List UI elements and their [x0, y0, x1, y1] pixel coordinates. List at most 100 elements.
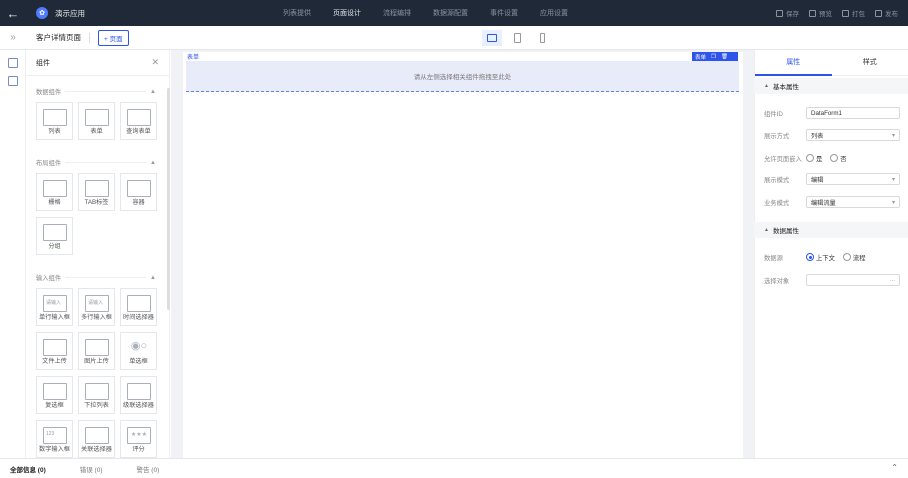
component-id-input[interactable]: DataForm1 [806, 107, 900, 119]
component-cascader[interactable]: 级联选择器 [120, 376, 157, 414]
tab-errors[interactable]: 错误 (0) [80, 464, 103, 474]
component-single-input[interactable]: 请输入 单行输入框 [36, 288, 73, 326]
main-nav: 列表提供 页面设计 流程编排 数据源配置 事件设置 应用设置 [283, 0, 590, 26]
tablet-view-button[interactable] [507, 30, 527, 46]
tab-icon [85, 180, 109, 197]
tab-styles[interactable]: 样式 [832, 50, 908, 76]
component-container[interactable]: 容器 [120, 173, 157, 211]
embed-no-radio[interactable]: 否 [830, 154, 847, 163]
textarea-icon: 请输入 [85, 295, 109, 312]
component-image-upload[interactable]: 图片上传 [78, 332, 115, 370]
checkbox-icon [43, 383, 67, 400]
save-button[interactable]: 保存 [776, 8, 799, 18]
tab-warnings[interactable]: 警告 (0) [137, 464, 160, 474]
grid-icon [43, 180, 67, 197]
close-icon[interactable]: ✕ [151, 57, 159, 68]
component-checkbox[interactable]: 复选框 [36, 376, 73, 414]
page-toolbar: » 客户详情页面 + 页面 [0, 26, 908, 50]
tab-all-messages[interactable]: 全部信息 (0) [10, 464, 46, 474]
component-dropdown[interactable]: 下拉列表 [78, 376, 115, 414]
component-tab[interactable]: TAB标签 [78, 173, 115, 211]
app-name: 演示应用 [55, 8, 85, 18]
component-relation-select[interactable]: 关联选择器 [78, 420, 115, 458]
business-mode-select[interactable]: 编辑流量 ▾ [806, 196, 900, 208]
package-label: 打包 [852, 11, 865, 18]
chevron-up-icon[interactable]: ⌃ [891, 463, 898, 472]
component-grid[interactable]: 栅格 [36, 173, 73, 211]
component-radio[interactable]: ◉○ 单选框 [120, 332, 157, 370]
display-mode-select[interactable]: 列表 ▾ [806, 129, 900, 141]
component-form[interactable]: 表单 [78, 102, 115, 140]
section-input[interactable]: 输入组件 ▲ [36, 273, 156, 283]
mobile-view-button[interactable] [532, 30, 552, 46]
collapse-icon: ▲ [764, 83, 769, 89]
nav-tab[interactable]: 流程编排 [383, 8, 411, 18]
component-label: 复选框 [45, 402, 64, 409]
field-label: 数据源 [764, 254, 783, 262]
section-title: 布局组件 [36, 160, 62, 167]
nav-tab[interactable]: 列表提供 [283, 8, 311, 18]
components-icon[interactable] [7, 58, 18, 68]
package-icon [842, 9, 849, 17]
copy-icon[interactable]: ❐ [711, 54, 716, 60]
package-button[interactable]: 打包 [842, 8, 865, 18]
outline-icon[interactable] [7, 76, 18, 86]
component-file-upload[interactable]: 文件上传 [36, 332, 73, 370]
field-business-mode: 业务模式 编辑流量 ▾ [764, 196, 900, 208]
collapse-icon: ▲ [150, 159, 156, 166]
chevron-down-icon: ▾ [891, 199, 895, 206]
field-label: 组件ID [764, 110, 783, 118]
component-time-picker[interactable]: 时间选择器 [120, 288, 157, 326]
more-icon[interactable]: ... [890, 277, 895, 283]
section-line [65, 91, 147, 92]
preview-button[interactable]: 预览 [809, 8, 832, 18]
radio-circle [830, 154, 839, 162]
basic-properties-group[interactable]: ▲ 基本属性 [754, 78, 908, 94]
cascader-icon [127, 383, 151, 400]
save-label: 保存 [786, 11, 799, 18]
input-icon: 请输入 [43, 295, 67, 312]
component-number-input[interactable]: 123 数字输入框 [36, 420, 73, 458]
nav-tab[interactable]: 应用设置 [540, 8, 568, 18]
canvas-page[interactable] [183, 52, 743, 458]
section-title: 数据组件 [36, 89, 62, 96]
top-bar: ← ✿ 演示应用 列表提供 页面设计 流程编排 数据源配置 事件设置 应用设置 … [0, 0, 908, 26]
component-list[interactable]: 列表 [36, 102, 73, 140]
nav-tab[interactable]: 事件设置 [490, 8, 518, 18]
expand-icon[interactable]: » [0, 32, 26, 43]
data-properties-group[interactable]: ▲ 数据属性 [754, 222, 908, 238]
section-data[interactable]: 数据组件 ▲ [36, 87, 156, 97]
add-page-button[interactable]: + 页面 [98, 29, 129, 46]
source-flow-radio[interactable]: 流程 [842, 253, 865, 262]
embed-yes-radio[interactable]: 是 [806, 154, 822, 163]
component-label: 查询表单 [126, 128, 151, 135]
nav-tab[interactable]: 数据源配置 [433, 8, 468, 18]
message-bar: 全部信息 (0) 错误 (0) 警告 (0) ⌃ [0, 458, 908, 478]
mobile-icon [539, 33, 545, 43]
form-dropzone[interactable]: 请从左侧选择相关组件拖拽至此处 [186, 61, 739, 92]
back-arrow-icon[interactable]: ← [0, 0, 26, 26]
show-mode-select[interactable]: 编辑 ▾ [806, 173, 900, 185]
header-actions: 保存 预览 打包 发布 [766, 0, 898, 26]
component-query-form[interactable]: 查询表单 [120, 102, 157, 140]
component-label: 数字输入框 [39, 446, 70, 453]
delete-icon[interactable]: 🗑 [721, 54, 728, 60]
desktop-view-button[interactable] [482, 30, 502, 46]
field-value: 编辑 [811, 176, 824, 184]
select-object-input[interactable]: ... [806, 274, 900, 286]
form-toolbar-label: 表单 [695, 54, 707, 61]
component-group[interactable]: 分组 [36, 217, 73, 255]
tab-properties[interactable]: 属性 [755, 50, 832, 76]
components-header: 组件 ✕ [26, 50, 169, 76]
component-rating[interactable]: ★★★ 评分 [120, 420, 157, 458]
field-select-object: 选择对象... [764, 274, 900, 286]
nav-tab-active[interactable]: 页面设计 [333, 8, 361, 18]
section-layout[interactable]: 布局组件 ▲ [36, 158, 156, 168]
image-upload-icon [85, 339, 109, 356]
source-context-radio[interactable]: 上下文 [806, 253, 835, 262]
components-scrollbar[interactable] [167, 88, 170, 310]
publish-button[interactable]: 发布 [875, 8, 898, 18]
save-icon [776, 9, 783, 17]
component-multi-input[interactable]: 请输入 多行输入框 [78, 288, 115, 326]
field-show-mode: 展示模式 编辑 ▾ [764, 173, 900, 185]
